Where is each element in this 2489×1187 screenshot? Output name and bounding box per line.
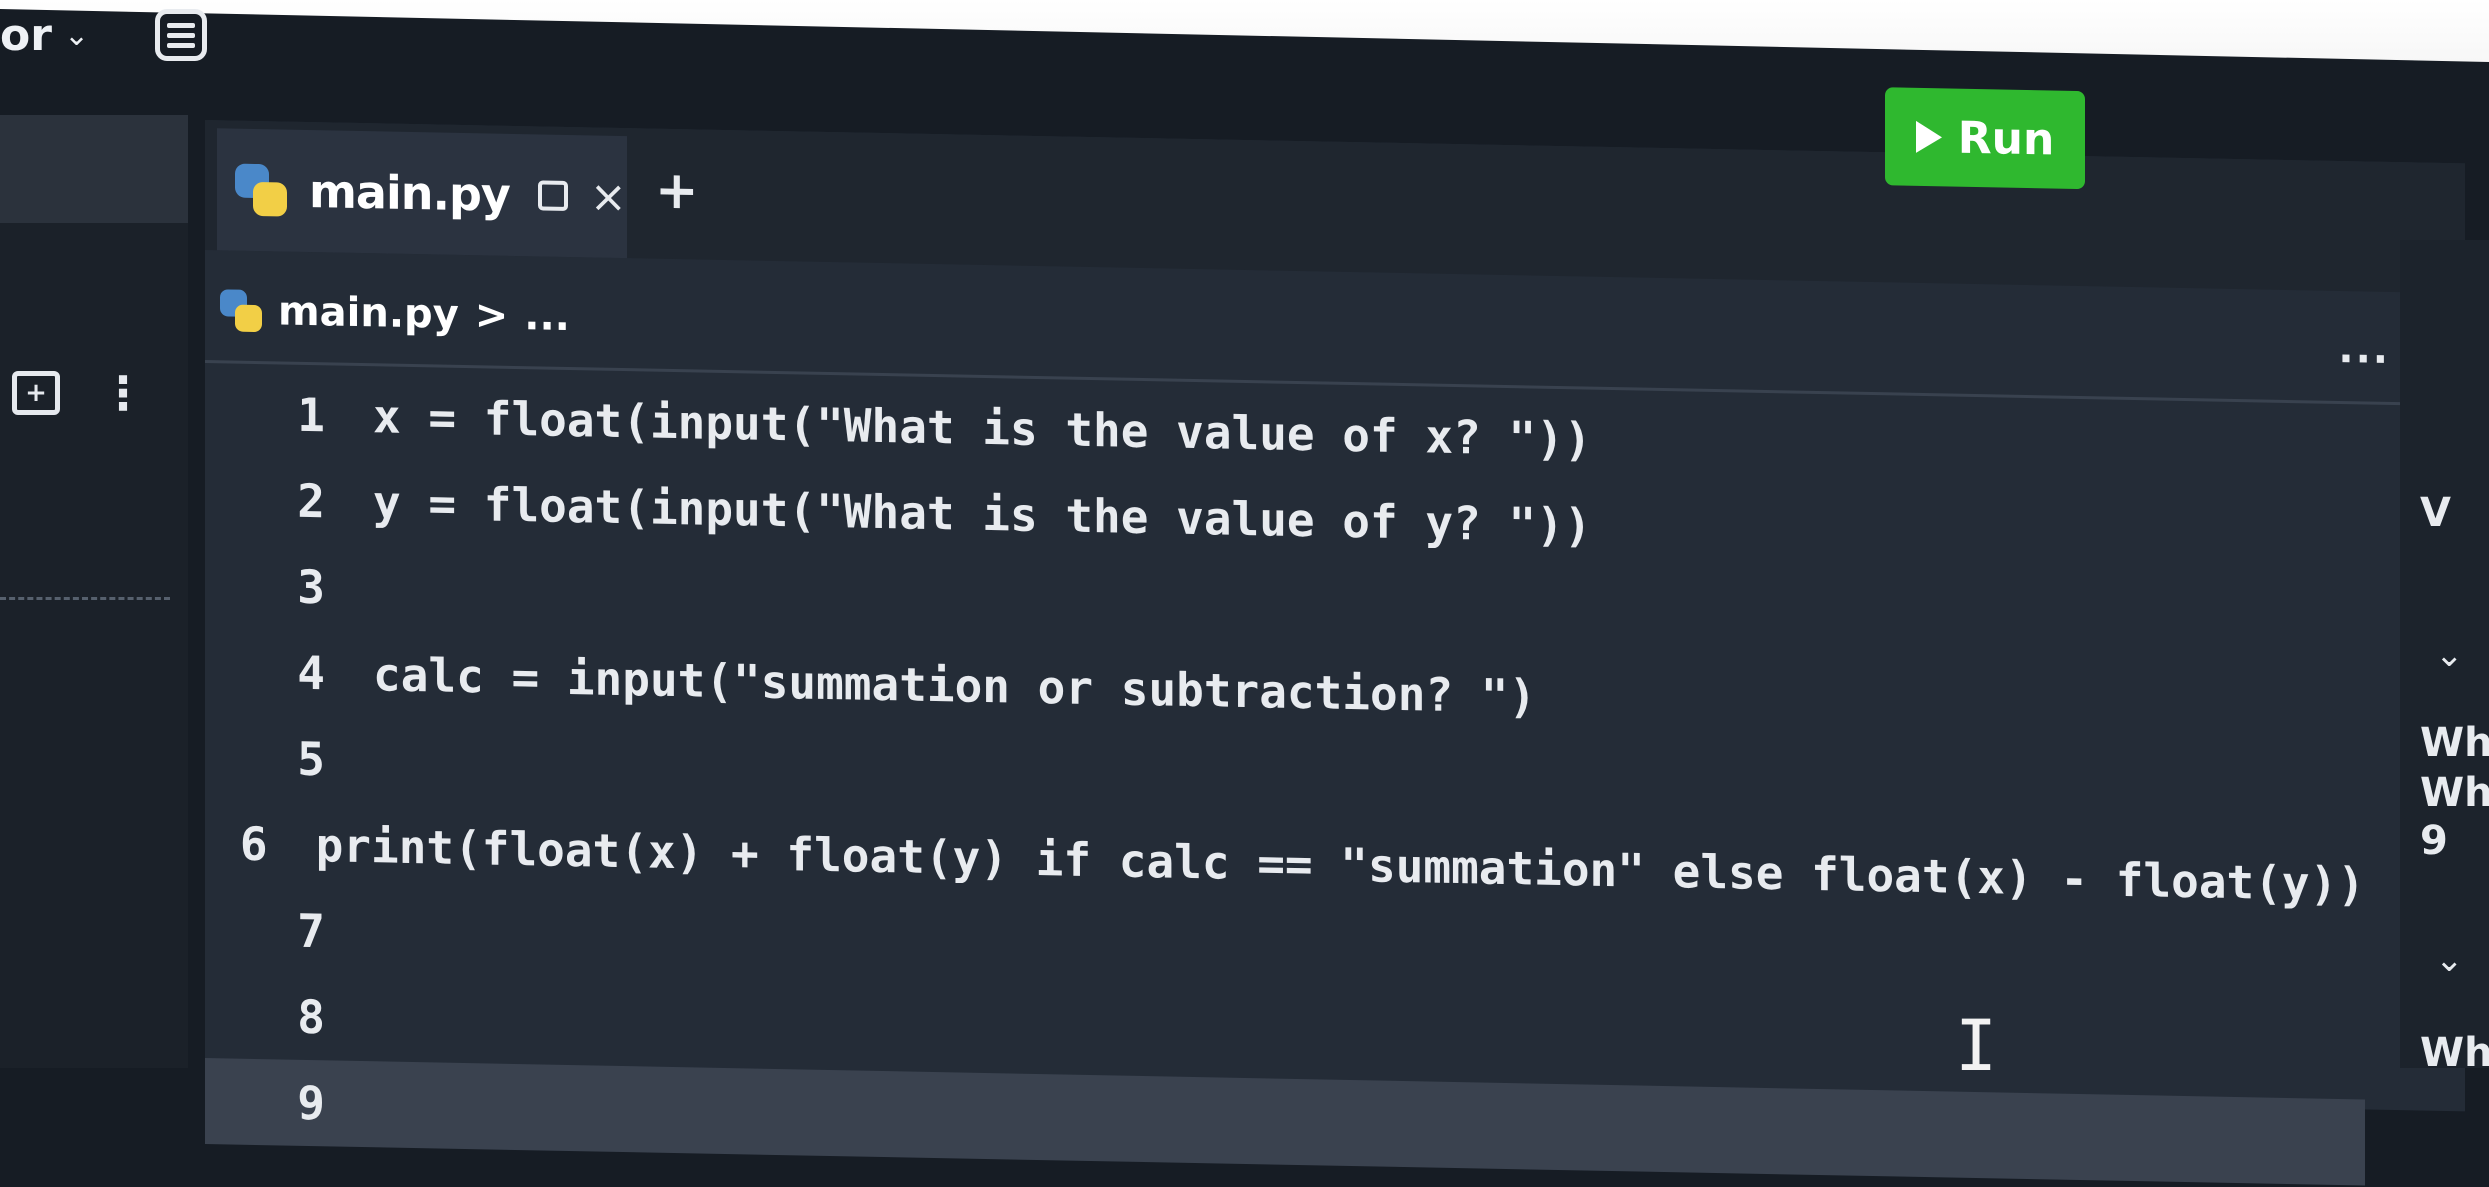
close-icon[interactable]: × xyxy=(590,171,627,223)
line-number: 2 xyxy=(297,473,325,529)
kebab-menu-icon[interactable]: ⋮ xyxy=(100,370,146,416)
line-number: 3 xyxy=(297,559,325,615)
editor-panel: main.py × + Run main.py > ... ... 1 x = f… xyxy=(205,87,2465,1186)
console-line: What xyxy=(2420,1030,2489,1076)
sidebar-divider xyxy=(0,597,170,600)
text-cursor-icon: I xyxy=(1955,1005,1998,1087)
tab-bar: main.py × + xyxy=(205,120,2465,294)
line-text: calc = input("summation or subtraction? … xyxy=(373,647,1537,724)
console-line: Wh xyxy=(2420,720,2489,766)
tab-main-py[interactable]: main.py × xyxy=(217,128,627,259)
chevron-down-icon[interactable]: ⌄ xyxy=(2435,940,2464,980)
tab-label: main.py xyxy=(309,163,510,222)
python-icon xyxy=(220,289,262,333)
line-number: 4 xyxy=(297,645,325,701)
line-text: x = float(input("What is the value of x?… xyxy=(373,389,1592,467)
chevron-down-icon[interactable]: ⌄ xyxy=(2435,635,2464,675)
breadcrumb-separator: > xyxy=(474,292,509,339)
line-number: 1 xyxy=(297,387,325,443)
console-line: Wha xyxy=(2420,770,2489,816)
file-sidebar: + ⋮ xyxy=(0,115,188,1068)
line-number: 7 xyxy=(297,903,325,959)
run-button-label: Run xyxy=(1957,112,2055,166)
line-number: 6 xyxy=(239,816,268,872)
line-text: y = float(input("What is the value of y?… xyxy=(373,475,1592,553)
sidebar-tab[interactable] xyxy=(0,115,188,223)
line-number: 5 xyxy=(297,731,325,787)
breadcrumb: main.py > ... xyxy=(220,265,570,362)
breadcrumb-more[interactable]: ... xyxy=(524,293,570,340)
more-options-icon[interactable]: ... xyxy=(2338,326,2390,373)
run-button[interactable]: Run xyxy=(1885,87,2085,190)
database-icon[interactable] xyxy=(155,9,208,61)
line-number: 9 xyxy=(297,1075,325,1131)
console-line: 9 xyxy=(2420,818,2448,864)
breadcrumb-file[interactable]: main.py xyxy=(278,288,459,337)
console-line: V xyxy=(2420,490,2451,536)
sidebar-toolbar: + ⋮ xyxy=(12,370,146,416)
python-icon xyxy=(235,163,287,217)
tab-settings-icon[interactable] xyxy=(537,180,568,211)
top-bar: or ⌄ xyxy=(0,0,420,70)
line-number: 8 xyxy=(297,989,325,1045)
add-folder-icon[interactable]: + xyxy=(12,371,60,415)
code-area[interactable]: 1 x = float(input("What is the value of x… xyxy=(205,370,2365,1186)
workspace-label[interactable]: or xyxy=(0,10,52,61)
chevron-down-icon[interactable]: ⌄ xyxy=(64,18,89,53)
console-panel[interactable]: V ⌄ Wh Wha 9 ⌄ What xyxy=(2400,240,2489,1076)
add-tab-button[interactable]: + xyxy=(655,161,699,222)
play-icon xyxy=(1915,120,1942,154)
